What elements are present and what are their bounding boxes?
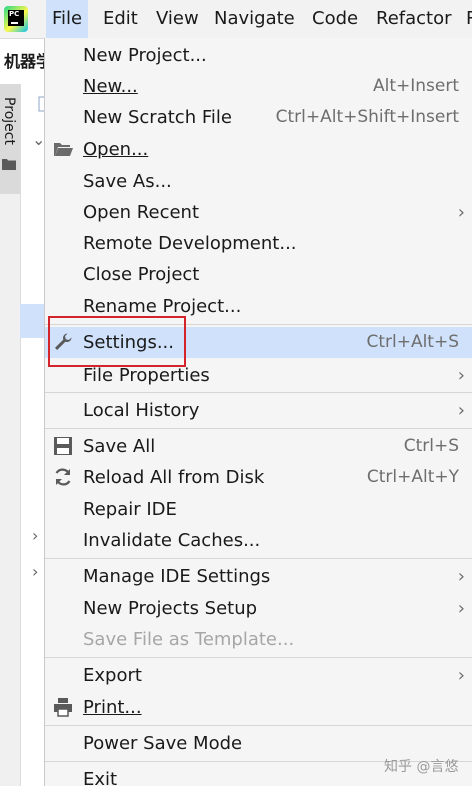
menu-item-new[interactable]: New... Alt+Insert — [45, 71, 472, 102]
menu-item-invalidate-caches[interactable]: Invalidate Caches... — [45, 525, 472, 556]
menu-item-print[interactable]: Print... — [45, 692, 472, 723]
menu-item-shortcut: Ctrl+S — [403, 436, 459, 456]
menu-item-close-project[interactable]: Close Project — [45, 259, 472, 290]
menu-separator — [45, 392, 472, 393]
menu-item-shortcut: Alt+Insert — [372, 76, 459, 96]
submenu-arrow-icon: › — [457, 400, 465, 421]
project-tool-tab-label: Project — [1, 97, 17, 145]
menu-run[interactable]: R — [460, 0, 472, 38]
menu-view-label: View — [156, 8, 199, 29]
menu-item-label: Invalidate Caches... — [83, 530, 261, 551]
menu-item-label: Local History — [83, 400, 200, 421]
menu-edit-label: Edit — [103, 8, 138, 29]
menu-item-save-file-as-template: Save File as Template... — [45, 624, 472, 655]
menu-separator — [45, 657, 472, 658]
menu-navigate[interactable]: Navigate — [208, 0, 301, 38]
menu-refactor-label: Refactor — [376, 8, 452, 29]
submenu-arrow-icon: › — [457, 665, 465, 686]
menu-file[interactable]: File — [46, 0, 89, 38]
menu-item-manage-ide-settings[interactable]: Manage IDE Settings › — [45, 561, 472, 592]
pycharm-logo-icon[interactable]: PC — [4, 6, 28, 32]
menu-item-label: Power Save Mode — [83, 733, 243, 754]
menu-separator — [45, 558, 472, 559]
save-icon — [54, 437, 72, 455]
menu-navigate-label: Navigate — [214, 8, 295, 29]
folder-open-icon — [54, 143, 73, 156]
tree-selection — [20, 304, 44, 338]
menu-item-power-save-mode[interactable]: Power Save Mode — [45, 728, 472, 759]
menu-item-label: Export — [83, 665, 142, 686]
menu-item-label: Remote Development... — [83, 233, 297, 254]
menu-code[interactable]: Code — [306, 0, 364, 38]
submenu-arrow-icon: › — [457, 365, 465, 386]
menu-item-repair-ide[interactable]: Repair IDE — [45, 494, 472, 525]
menu-item-label: Close Project — [83, 264, 200, 285]
menu-item-label: New Project... — [83, 45, 207, 66]
folder-icon — [2, 159, 16, 170]
menu-run-label: R — [466, 8, 472, 29]
menu-separator — [45, 428, 472, 429]
menu-item-rename-project[interactable]: Rename Project... — [45, 291, 472, 322]
menu-item-remote-development[interactable]: Remote Development... — [45, 228, 472, 259]
menu-file-label: File — [52, 8, 83, 29]
menu-item-settings[interactable]: Settings... Ctrl+Alt+S — [45, 327, 472, 358]
menu-edit[interactable]: Edit — [97, 0, 144, 38]
menu-item-save-as[interactable]: Save As... — [45, 166, 472, 197]
menu-item-shortcut: Ctrl+Alt+S — [366, 332, 459, 352]
menu-item-file-properties[interactable]: File Properties › — [45, 360, 472, 391]
menu-item-label: Print... — [83, 697, 142, 718]
menu-item-label: Open... — [83, 139, 149, 160]
menu-item-label: Exit — [83, 769, 118, 790]
menu-item-label: Repair IDE — [83, 499, 177, 520]
menu-item-label: New Projects Setup — [83, 598, 258, 619]
menu-item-open-recent[interactable]: Open Recent › — [45, 197, 472, 228]
logo-text: PC — [9, 10, 20, 18]
menu-item-new-project[interactable]: New Project... — [45, 40, 472, 71]
menu-view[interactable]: View — [150, 0, 205, 38]
menu-item-new-projects-setup[interactable]: New Projects Setup › — [45, 593, 472, 624]
menu-item-label: Settings... — [83, 332, 174, 353]
menu-item-save-all[interactable]: Save All Ctrl+S — [45, 431, 472, 462]
menu-item-label: File Properties — [83, 365, 210, 386]
menu-item-shortcut: Ctrl+Alt+Shift+Insert — [275, 107, 459, 127]
wrench-icon — [55, 333, 72, 350]
watermark: 知乎 @言悠 — [384, 759, 459, 775]
collapsed-chevron-icon[interactable]: › — [32, 562, 38, 581]
menu-item-label: New Scratch File — [83, 107, 232, 128]
print-icon — [54, 698, 72, 717]
menu-item-new-scratch-file[interactable]: New Scratch File Ctrl+Alt+Shift+Insert — [45, 102, 472, 133]
file-menu-dropdown: New Project... New... Alt+Insert New Scr… — [44, 38, 472, 790]
menu-item-export[interactable]: Export › — [45, 660, 472, 691]
reload-icon — [55, 468, 71, 486]
menu-item-label: Manage IDE Settings — [83, 566, 271, 587]
menu-item-local-history[interactable]: Local History › — [45, 395, 472, 426]
menu-refactor[interactable]: Refactor — [370, 0, 458, 38]
menu-item-reload-all-from-disk[interactable]: Reload All from Disk Ctrl+Alt+Y — [45, 462, 472, 493]
menu-item-label: Reload All from Disk — [83, 467, 265, 488]
menu-item-shortcut: Ctrl+Alt+Y — [366, 467, 459, 487]
menu-item-label: Rename Project... — [83, 296, 242, 317]
menu-item-label: Open Recent — [83, 202, 200, 223]
menu-code-label: Code — [312, 8, 359, 29]
menu-item-label: Save As... — [83, 171, 172, 192]
menu-bar: PC File Edit View Navigate Code Refactor… — [0, 0, 472, 39]
submenu-arrow-icon: › — [457, 598, 465, 619]
menu-item-label: Save File as Template... — [83, 629, 295, 650]
submenu-arrow-icon: › — [457, 202, 465, 223]
menu-separator — [45, 725, 472, 726]
menu-item-label: Save All — [83, 436, 156, 457]
menu-item-open[interactable]: Open... — [45, 134, 472, 165]
collapsed-chevron-icon[interactable]: › — [32, 526, 38, 545]
menu-item-label: New... — [83, 76, 138, 97]
menu-separator — [45, 324, 472, 325]
submenu-arrow-icon: › — [457, 566, 465, 587]
